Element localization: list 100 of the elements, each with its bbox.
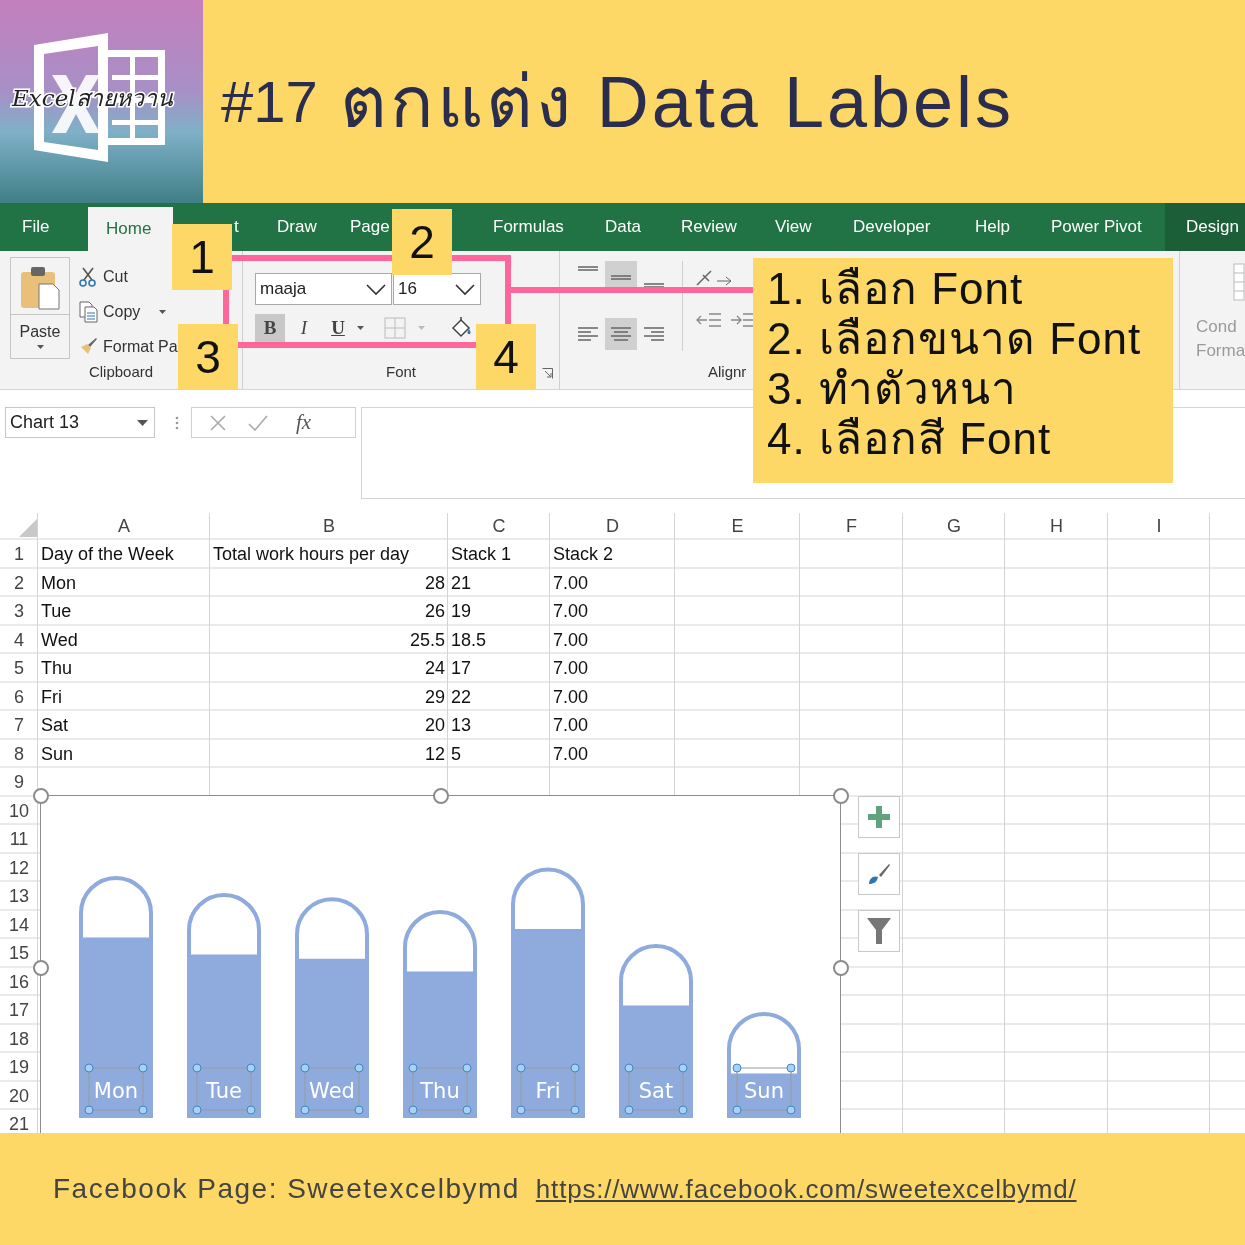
column-header[interactable]: F	[800, 513, 903, 540]
paste-button[interactable]: Paste	[10, 257, 70, 359]
ribbon-tab[interactable]: Home	[88, 207, 173, 251]
ribbon-tab[interactable]: Power Pivot	[1030, 203, 1165, 251]
borders-icon	[384, 317, 406, 339]
selection-frame[interactable]	[84, 1063, 148, 1115]
row-header[interactable]: 8	[0, 739, 38, 768]
format-painter-button[interactable]: Format Pa	[78, 333, 178, 360]
format-button[interactable]: B	[255, 314, 285, 342]
ribbon-tab[interactable]: Review	[660, 203, 756, 251]
bar[interactable]	[619, 944, 693, 1118]
column-header[interactable]: G	[903, 513, 1005, 540]
selection-frame[interactable]	[192, 1063, 256, 1115]
chart-elements-button[interactable]	[858, 796, 900, 838]
bar[interactable]	[295, 897, 369, 1118]
row-header[interactable]: 10	[0, 796, 38, 825]
row-header[interactable]: 3	[0, 597, 38, 626]
column-header[interactable]: A	[38, 513, 210, 540]
font-size-field[interactable]: 16	[393, 273, 481, 305]
ribbon-tab[interactable]: Draw	[262, 203, 332, 251]
row-header[interactable]: 12	[0, 853, 38, 882]
align-button[interactable]	[605, 318, 637, 350]
enter-icon[interactable]	[248, 414, 268, 431]
table-cell-text: 13	[450, 714, 473, 737]
table-cell-text: 28	[423, 571, 446, 595]
ribbon-tab[interactable]: View	[756, 203, 832, 251]
facebook-link[interactable]: https://www.facebook.com/sweetexcelbymd/	[535, 1173, 1077, 1205]
ribbon-tab[interactable]: Data	[588, 203, 660, 251]
row-header[interactable]: 15	[0, 939, 38, 968]
ribbon-tab[interactable]: Developer	[832, 203, 955, 251]
row-header[interactable]: 4	[0, 625, 38, 654]
row-header[interactable]: 21	[0, 1110, 38, 1133]
more-icon	[175, 416, 179, 430]
format-button[interactable]: U	[323, 314, 353, 342]
column-header[interactable]: C	[448, 513, 550, 540]
instruction-text: 2. เลือกขนาด Font	[767, 314, 1143, 364]
step-number: 3	[178, 324, 238, 390]
row-header[interactable]: 13	[0, 882, 38, 911]
selection-frame[interactable]	[300, 1063, 364, 1115]
selection-frame[interactable]	[624, 1063, 688, 1115]
row-header[interactable]: 11	[0, 825, 38, 854]
insert-function-button[interactable]: fx	[296, 410, 312, 435]
table-cell-text: 12	[423, 742, 446, 766]
chart-filters-button[interactable]	[858, 910, 900, 952]
ribbon-tab[interactable]: Formulas	[470, 203, 588, 251]
instruction-text: 3. ทำตัวหนา	[767, 364, 1018, 414]
resize-handle[interactable]	[33, 788, 49, 804]
name-box[interactable]: Chart 13	[5, 407, 155, 438]
column-header[interactable]: I	[1108, 513, 1210, 540]
row-header[interactable]: 14	[0, 910, 38, 939]
row-header[interactable]: 2	[0, 568, 38, 597]
scissors-icon	[78, 266, 98, 287]
footer-text: Facebook Page: Sweetexcelbymd	[53, 1173, 520, 1205]
cancel-icon[interactable]	[210, 414, 226, 431]
row-header[interactable]: 1	[0, 540, 38, 569]
select-all-icon[interactable]	[19, 519, 37, 537]
brush-icon	[867, 862, 891, 886]
resize-handle[interactable]	[833, 960, 849, 976]
chart-styles-button[interactable]	[858, 853, 900, 895]
ribbon-tab[interactable]: Design	[1165, 203, 1245, 251]
ribbon-tab[interactable]: Help	[955, 203, 1030, 251]
selection-frame[interactable]	[732, 1063, 796, 1115]
resize-handle[interactable]	[433, 788, 449, 804]
table-cell-text: 7.00	[552, 628, 590, 652]
bar[interactable]	[727, 1012, 801, 1118]
bar[interactable]	[403, 910, 477, 1118]
row-header[interactable]: 17	[0, 996, 38, 1025]
table-cell-text: Fri	[40, 685, 63, 709]
row-header[interactable]: 7	[0, 711, 38, 740]
table-cell-text: Tue	[40, 600, 73, 623]
format-button[interactable]: I	[289, 314, 319, 342]
ribbon-tab[interactable]: File	[0, 203, 88, 251]
bar[interactable]	[187, 893, 261, 1118]
row-header[interactable]: 5	[0, 654, 38, 683]
dialog-launcher-icon[interactable]	[542, 368, 553, 379]
resize-handle[interactable]	[833, 788, 849, 804]
bar[interactable]	[79, 876, 153, 1118]
selection-frame[interactable]	[408, 1063, 472, 1115]
cut-button[interactable]: Cut	[78, 263, 128, 290]
bar[interactable]	[511, 867, 585, 1118]
selection-frame[interactable]	[516, 1063, 580, 1115]
column-header[interactable]: B	[210, 513, 448, 540]
row-header[interactable]: 18	[0, 1024, 38, 1053]
font-name-field[interactable]: maaja	[255, 273, 392, 305]
chevron-icon	[454, 281, 476, 297]
row-header[interactable]: 6	[0, 682, 38, 711]
row-header[interactable]: 9	[0, 768, 38, 797]
row-header[interactable]: 19	[0, 1053, 38, 1082]
resize-handle[interactable]	[33, 960, 49, 976]
column-header[interactable]: H	[1005, 513, 1108, 540]
table-cell-text: 29	[423, 685, 446, 709]
column-header[interactable]: E	[675, 513, 800, 540]
ribbon-tab[interactable]: t	[232, 203, 262, 251]
row-header[interactable]: 20	[0, 1081, 38, 1110]
copy-button[interactable]: Copy	[78, 298, 167, 325]
column-header[interactable]: D	[550, 513, 675, 540]
row-header[interactable]: 16	[0, 967, 38, 996]
table-cell-text: Day of the Week	[40, 543, 175, 566]
chevron-icon	[365, 281, 387, 297]
ribbon-tab[interactable]: Page	[332, 203, 392, 251]
